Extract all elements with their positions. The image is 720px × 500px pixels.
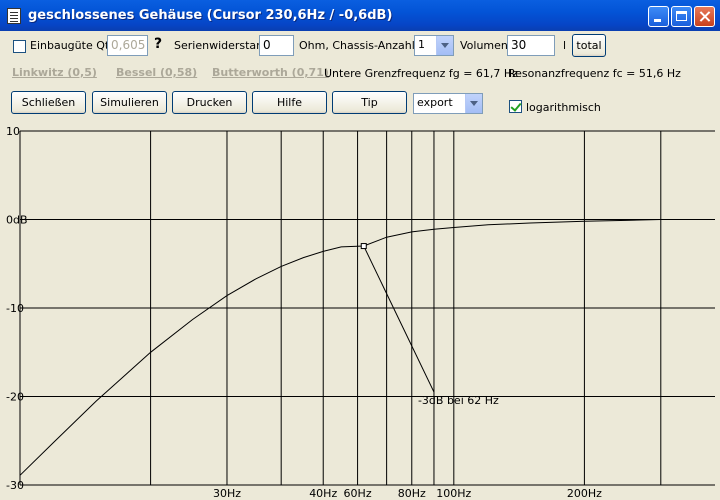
help-question-icon[interactable]: ? xyxy=(154,36,162,52)
chart-svg[interactable]: 10 0dB -10 -20 -30 30Hz 40Hz 60Hz 80Hz 100Hz 200Hz… xyxy=(0,125,720,500)
log-checkbox[interactable] xyxy=(509,100,522,113)
cursor-marker xyxy=(360,243,367,250)
x-tick-label: 100Hz xyxy=(436,487,471,500)
minimize-button[interactable] xyxy=(648,6,669,27)
close-window-button[interactable] xyxy=(694,6,715,27)
bessel-link[interactable]: Bessel (0,58) xyxy=(116,66,197,79)
app-icon[interactable] xyxy=(7,8,21,24)
export-value: export xyxy=(417,96,453,109)
print-button[interactable]: Drucken xyxy=(172,91,247,114)
qtc-checkbox[interactable] xyxy=(13,40,26,53)
qtc-input[interactable]: 0,605 xyxy=(107,35,148,56)
qtc-label: Einbaugüte Qtc xyxy=(30,39,116,52)
close-button[interactable]: Schließen xyxy=(11,91,86,114)
linkwitz-link[interactable]: Linkwitz (0,5) xyxy=(12,66,97,79)
chevron-down-icon[interactable] xyxy=(436,36,453,55)
series-resistance-label: Serienwiderstand xyxy=(174,39,271,52)
fg-text: Untere Grenzfrequenz fg = 61,7 Hz xyxy=(324,67,518,80)
chassis-count-select[interactable]: 1 xyxy=(414,35,454,56)
window-title: geschlossenes Gehäuse (Cursor 230,6Hz / … xyxy=(28,8,393,23)
chassis-count-value: 1 xyxy=(418,38,425,51)
x-tick-label: 200Hz xyxy=(567,487,602,500)
app-window: geschlossenes Gehäuse (Cursor 230,6Hz / … xyxy=(0,0,720,500)
volume-input[interactable]: 30 xyxy=(507,35,555,56)
y-tick-label: -30 xyxy=(6,479,24,492)
x-tick-label: 30Hz xyxy=(213,487,241,500)
y-tick-label: -20 xyxy=(6,391,24,404)
tip-button[interactable]: Tip xyxy=(332,91,407,114)
frequency-response-chart[interactable]: 10 0dB -10 -20 -30 30Hz 40Hz 60Hz 80Hz 100Hz 200Hz… xyxy=(0,125,720,500)
total-button[interactable]: total xyxy=(572,34,606,57)
x-tick-label: 60Hz xyxy=(344,487,372,500)
fc-text: Resonanzfrequenz fc = 51,6 Hz xyxy=(508,67,681,80)
series-resistance-input[interactable]: 0 xyxy=(259,35,294,56)
simulate-button[interactable]: Simulieren xyxy=(92,91,167,114)
volume-unit-label: l xyxy=(563,39,567,52)
chevron-down-icon[interactable] xyxy=(465,94,482,113)
title-bar[interactable]: geschlossenes Gehäuse (Cursor 230,6Hz / … xyxy=(0,0,720,31)
x-tick-label: 40Hz xyxy=(309,487,337,500)
y-tick-label: -10 xyxy=(6,302,24,315)
chart-background xyxy=(0,127,720,500)
x-tick-label: 80Hz xyxy=(398,487,426,500)
y-tick-label: 10 xyxy=(6,127,20,138)
export-select[interactable]: export xyxy=(413,93,483,114)
y-tick-label: 0dB xyxy=(6,214,28,227)
log-checkbox-label: logarithmisch xyxy=(526,101,601,114)
help-button[interactable]: Hilfe xyxy=(252,91,327,114)
volume-label: Volumen xyxy=(460,39,508,52)
maximize-button[interactable] xyxy=(671,6,692,27)
ohm-chassis-label: Ohm, Chassis-Anzahl xyxy=(299,39,415,52)
butterworth-link[interactable]: Butterworth (0,71) xyxy=(212,66,329,79)
annotation-label: -3dB bei 62 Hz xyxy=(418,394,499,407)
